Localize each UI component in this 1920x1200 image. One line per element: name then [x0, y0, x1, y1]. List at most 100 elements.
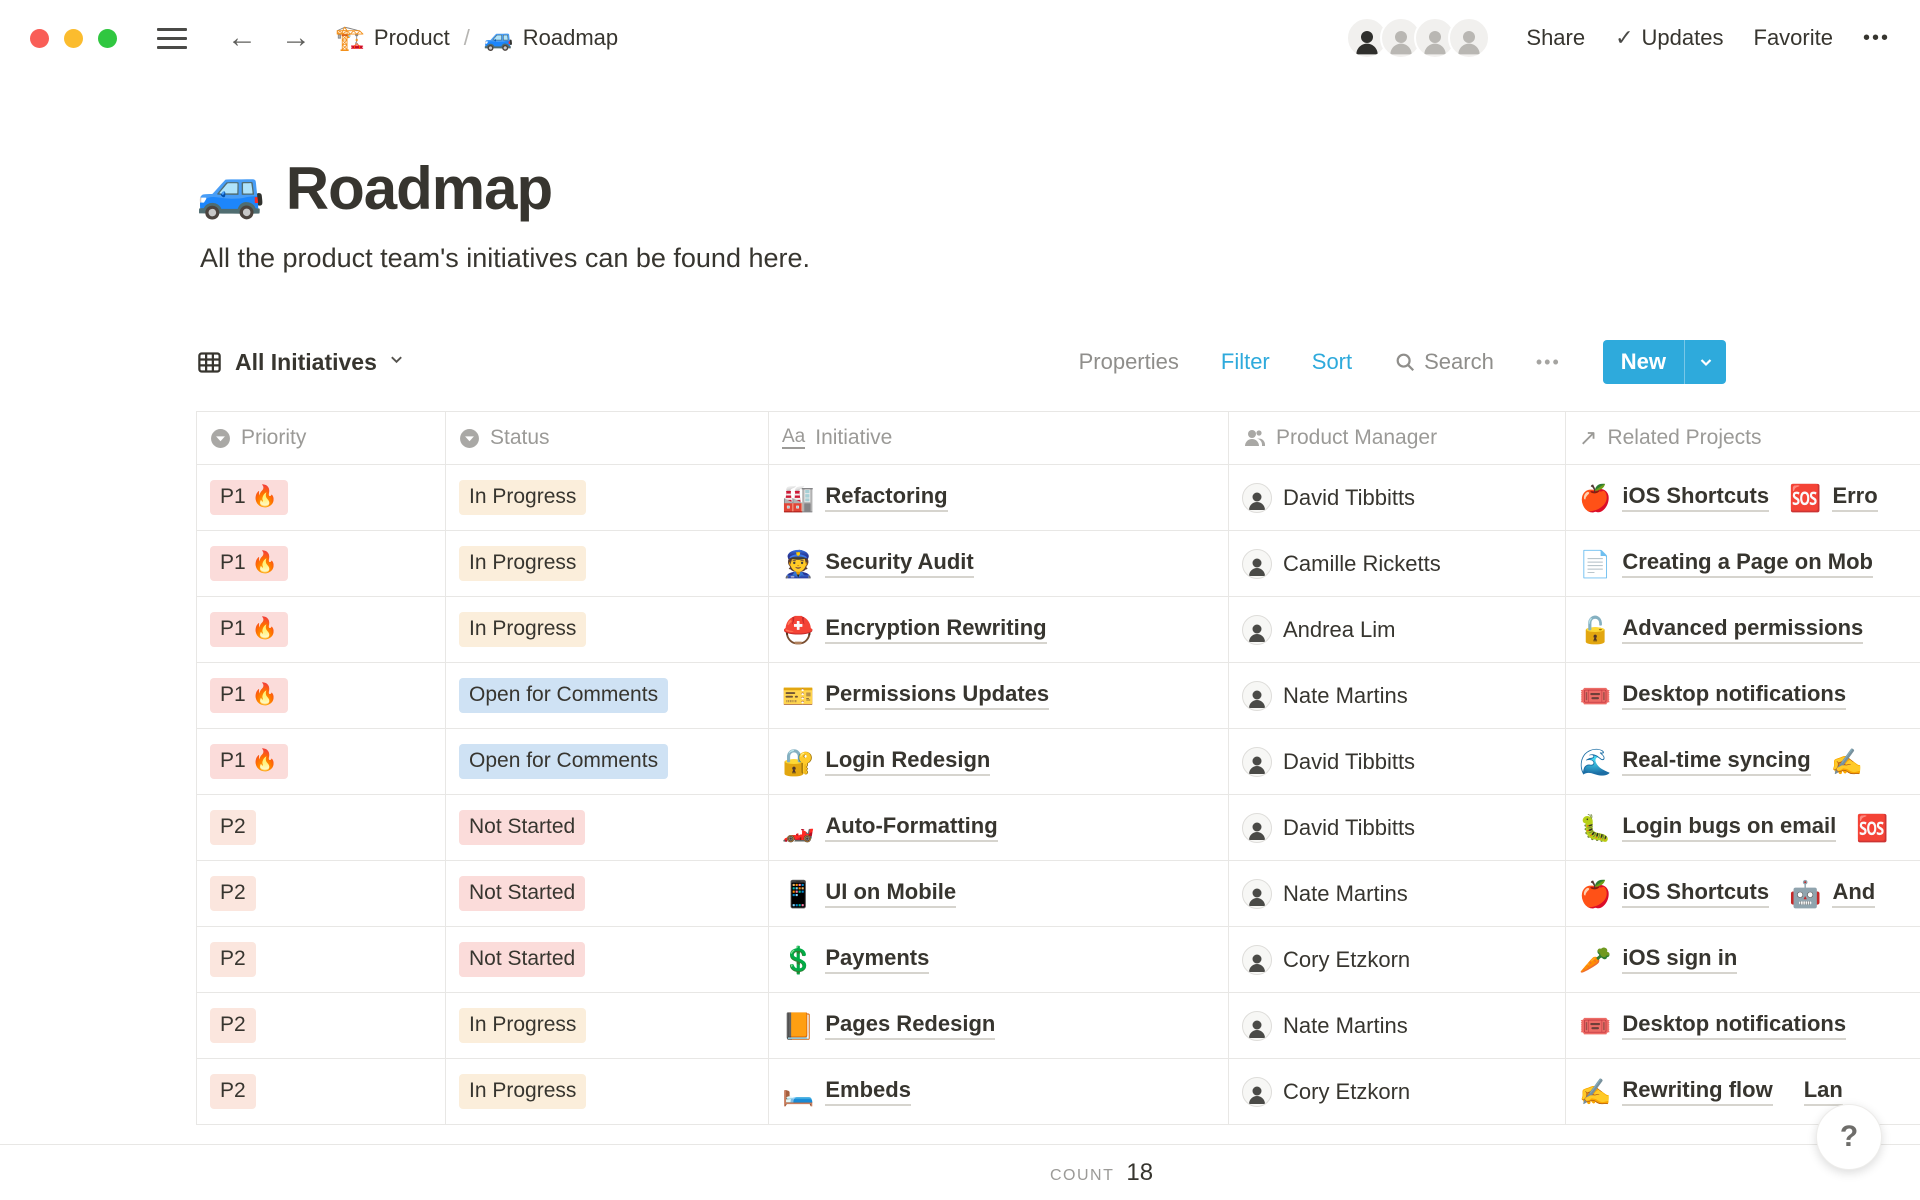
status-cell[interactable]: Not Started: [446, 927, 769, 992]
initiative-cell[interactable]: 📱 UI on Mobile: [769, 861, 1229, 926]
initiative-link[interactable]: 👮 Security Audit: [782, 549, 974, 578]
table-row[interactable]: P1 🔥 In Progress ⛑️ Encryption Rewriting…: [197, 597, 1920, 663]
related-project-link[interactable]: 🎟️ Desktop notifications: [1579, 1011, 1846, 1040]
initiative-cell[interactable]: 🏭 Refactoring: [769, 465, 1229, 530]
updates-button[interactable]: ✓ Updates: [1615, 25, 1723, 51]
page-icon-car-emoji[interactable]: 🚙: [196, 161, 266, 217]
initiative-link[interactable]: 💲 Payments: [782, 945, 929, 974]
related-project-link[interactable]: ✍️: [1831, 749, 1863, 775]
product-manager-cell[interactable]: David Tibbitts: [1229, 729, 1566, 794]
view-more-options-icon[interactable]: •••: [1536, 352, 1561, 373]
initiative-cell[interactable]: 💲 Payments: [769, 927, 1229, 992]
favorite-button[interactable]: Favorite: [1754, 25, 1833, 51]
status-cell[interactable]: In Progress: [446, 993, 769, 1058]
back-arrow-icon[interactable]: ←: [227, 23, 257, 53]
column-header-initiative[interactable]: Aa Initiative: [769, 412, 1229, 464]
initiative-link[interactable]: 📱 UI on Mobile: [782, 879, 956, 908]
priority-cell[interactable]: P2: [197, 795, 446, 860]
table-row[interactable]: P1 🔥 Open for Comments 🎫 Permissions Upd…: [197, 663, 1920, 729]
status-cell[interactable]: Open for Comments: [446, 663, 769, 728]
more-options-icon[interactable]: •••: [1863, 27, 1890, 50]
status-cell[interactable]: In Progress: [446, 597, 769, 662]
related-project-link[interactable]: 📄 Creating a Page on Mob: [1579, 549, 1873, 578]
related-projects-cell[interactable]: 📄 Creating a Page on Mob: [1566, 531, 1920, 596]
column-header-status[interactable]: Status: [446, 412, 769, 464]
product-manager-cell[interactable]: Andrea Lim: [1229, 597, 1566, 662]
initiative-link[interactable]: ⛑️ Encryption Rewriting: [782, 615, 1047, 644]
related-projects-cell[interactable]: 🎟️ Desktop notifications: [1566, 663, 1920, 728]
related-projects-cell[interactable]: 🐛 Login bugs on email 🆘: [1566, 795, 1920, 860]
related-project-link[interactable]: 🍎 iOS Shortcuts: [1579, 879, 1769, 908]
priority-cell[interactable]: P1 🔥: [197, 531, 446, 596]
related-project-link[interactable]: 🆘: [1856, 815, 1888, 841]
status-cell[interactable]: In Progress: [446, 1059, 769, 1124]
initiative-cell[interactable]: 👮 Security Audit: [769, 531, 1229, 596]
column-header-product-manager[interactable]: Product Manager: [1229, 412, 1566, 464]
breadcrumb-item-roadmap[interactable]: 🚙 Roadmap: [484, 24, 618, 53]
status-cell[interactable]: Not Started: [446, 861, 769, 926]
properties-button[interactable]: Properties: [1079, 349, 1179, 375]
table-row[interactable]: P1 🔥 Open for Comments 🔐 Login Redesign …: [197, 729, 1920, 795]
related-projects-cell[interactable]: 🎟️ Desktop notifications: [1566, 993, 1920, 1058]
priority-cell[interactable]: P1 🔥: [197, 729, 446, 794]
new-button[interactable]: New: [1603, 340, 1726, 384]
avatar[interactable]: [1448, 17, 1490, 59]
search-button[interactable]: Search: [1394, 349, 1494, 375]
related-project-link[interactable]: 🔓 Advanced permissions: [1579, 615, 1863, 644]
related-project-link[interactable]: 🎟️ Desktop notifications: [1579, 681, 1846, 710]
new-button-dropdown[interactable]: [1684, 340, 1726, 384]
product-manager-cell[interactable]: Cory Etzkorn: [1229, 927, 1566, 992]
initiative-link[interactable]: 🏭 Refactoring: [782, 483, 948, 512]
share-button[interactable]: Share: [1526, 25, 1585, 51]
related-project-link[interactable]: Lan: [1793, 1077, 1843, 1106]
filter-button[interactable]: Filter: [1221, 349, 1270, 375]
status-cell[interactable]: Open for Comments: [446, 729, 769, 794]
related-projects-cell[interactable]: 🌊 Real-time syncing ✍️: [1566, 729, 1920, 794]
related-project-link[interactable]: 🌊 Real-time syncing: [1579, 747, 1811, 776]
initiative-link[interactable]: 🎫 Permissions Updates: [782, 681, 1049, 710]
related-project-link[interactable]: 🥕 iOS sign in: [1579, 945, 1737, 974]
priority-cell[interactable]: P1 🔥: [197, 597, 446, 662]
product-manager-cell[interactable]: Nate Martins: [1229, 993, 1566, 1058]
breadcrumb-item-product[interactable]: 🏗️ Product: [335, 24, 450, 53]
initiative-cell[interactable]: 📙 Pages Redesign: [769, 993, 1229, 1058]
priority-cell[interactable]: P2: [197, 927, 446, 992]
priority-cell[interactable]: P2: [197, 1059, 446, 1124]
sort-button[interactable]: Sort: [1312, 349, 1352, 375]
product-manager-cell[interactable]: Nate Martins: [1229, 861, 1566, 926]
initiative-link[interactable]: 🔐 Login Redesign: [782, 747, 990, 776]
minimize-window-button[interactable]: [64, 29, 83, 48]
help-button[interactable]: ?: [1816, 1104, 1882, 1170]
priority-cell[interactable]: P1 🔥: [197, 663, 446, 728]
table-row[interactable]: P1 🔥 In Progress 👮 Security Audit Camill…: [197, 531, 1920, 597]
zoom-window-button[interactable]: [98, 29, 117, 48]
table-row[interactable]: P2 Not Started 🏎️ Auto-Formatting David …: [197, 795, 1920, 861]
status-cell[interactable]: In Progress: [446, 465, 769, 530]
product-manager-cell[interactable]: David Tibbitts: [1229, 795, 1566, 860]
related-project-link[interactable]: 🆘 Erro: [1789, 483, 1878, 512]
product-manager-cell[interactable]: Camille Ricketts: [1229, 531, 1566, 596]
close-window-button[interactable]: [30, 29, 49, 48]
initiative-link[interactable]: 📙 Pages Redesign: [782, 1011, 995, 1040]
related-project-link[interactable]: 🍎 iOS Shortcuts: [1579, 483, 1769, 512]
priority-cell[interactable]: P2: [197, 993, 446, 1058]
product-manager-cell[interactable]: David Tibbitts: [1229, 465, 1566, 530]
related-projects-cell[interactable]: 🍎 iOS Shortcuts 🆘 Erro: [1566, 465, 1920, 530]
related-project-link[interactable]: 🤖 And: [1789, 879, 1875, 908]
avatar-stack[interactable]: [1346, 17, 1490, 59]
table-row[interactable]: P2 Not Started 📱 UI on Mobile Nate Marti…: [197, 861, 1920, 927]
related-projects-cell[interactable]: 🍎 iOS Shortcuts 🤖 And: [1566, 861, 1920, 926]
status-cell[interactable]: Not Started: [446, 795, 769, 860]
initiative-link[interactable]: 🛏️ Embeds: [782, 1077, 911, 1106]
related-project-link[interactable]: ✍️ Rewriting flow: [1579, 1077, 1773, 1106]
initiative-link[interactable]: 🏎️ Auto-Formatting: [782, 813, 998, 842]
table-row[interactable]: P2 Not Started 💲 Payments Cory Etzkorn 🥕…: [197, 927, 1920, 993]
priority-cell[interactable]: P2: [197, 861, 446, 926]
initiative-cell[interactable]: 🔐 Login Redesign: [769, 729, 1229, 794]
view-selector[interactable]: All Initiatives: [196, 349, 404, 376]
product-manager-cell[interactable]: Nate Martins: [1229, 663, 1566, 728]
column-header-priority[interactable]: Priority: [197, 412, 446, 464]
table-row[interactable]: P1 🔥 In Progress 🏭 Refactoring David Tib…: [197, 465, 1920, 531]
related-projects-cell[interactable]: 🥕 iOS sign in: [1566, 927, 1920, 992]
initiative-cell[interactable]: 🎫 Permissions Updates: [769, 663, 1229, 728]
